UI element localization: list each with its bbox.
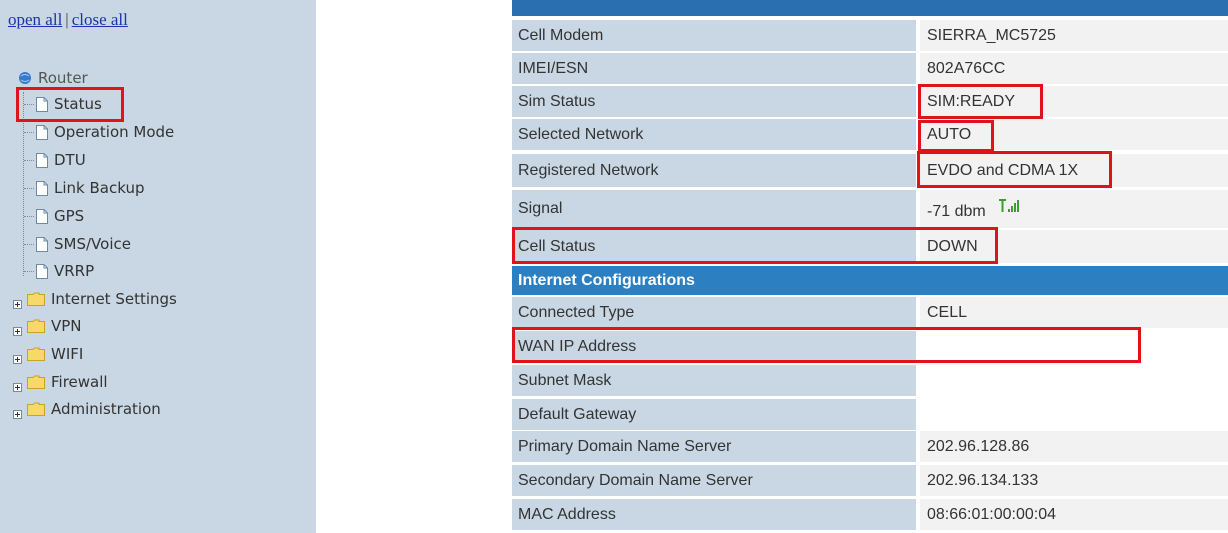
row-label: Subnet Mask [512, 365, 918, 396]
link-separator: | [65, 10, 69, 29]
page-icon [36, 124, 48, 140]
table-row: IMEI/ESN 802A76CC [512, 53, 1228, 86]
tree-item-label: Link Backup [54, 179, 145, 197]
highlight-sim-status [918, 84, 1043, 119]
table-row: Sim Status SIM:READY [512, 86, 1228, 119]
signal-value: -71 dbm [927, 203, 986, 220]
tree-folder-label: WIFI [51, 345, 84, 363]
row-label: Connected Type [512, 297, 918, 328]
highlight-status [16, 87, 124, 122]
row-value: -71 dbm [920, 190, 1228, 228]
tree-folder-administration[interactable]: Administration [13, 398, 161, 420]
row-value: 802A76CC [920, 53, 1228, 84]
row-value: 08:66:01:00:00:04 [920, 499, 1228, 530]
expand-icon[interactable] [13, 350, 22, 364]
table-row: Secondary Domain Name Server 202.96.134.… [512, 465, 1228, 498]
globe-icon [18, 71, 32, 85]
page-icon [36, 208, 48, 224]
expand-icon[interactable] [13, 405, 22, 419]
table-row: Selected Network AUTO [512, 119, 1228, 152]
folder-icon [27, 292, 45, 306]
expand-icon[interactable] [13, 295, 22, 309]
row-label: Primary Domain Name Server [512, 431, 918, 462]
row-value: 202.96.134.133 [920, 465, 1228, 496]
row-value [920, 399, 1228, 430]
tree-folder-internet-settings[interactable]: Internet Settings [13, 288, 177, 310]
table-row: Registered Network EVDO and CDMA 1X [512, 154, 1228, 189]
table-row: Primary Domain Name Server 202.96.128.86 [512, 431, 1228, 464]
tree-item-sms-voice[interactable]: SMS/Voice [36, 233, 131, 255]
folder-icon [27, 319, 45, 333]
highlight-selected-network [918, 120, 994, 152]
row-label: Registered Network [512, 154, 918, 187]
highlight-registered-network [917, 151, 1112, 188]
row-label: MAC Address [512, 499, 918, 530]
tree-item-link-backup[interactable]: Link Backup [36, 177, 144, 199]
row-label: Default Gateway [512, 399, 918, 430]
page-icon [36, 152, 48, 168]
row-value: 202.96.128.86 [920, 431, 1228, 462]
tree-folder-label: Administration [51, 400, 161, 418]
tree-root-router[interactable]: Router [18, 67, 88, 89]
tree-item-label: Operation Mode [54, 123, 175, 141]
row-label: IMEI/ESN [512, 53, 918, 84]
expand-icon[interactable] [13, 322, 22, 336]
tree-item-operation-mode[interactable]: Operation Mode [36, 121, 174, 143]
signal-strength-icon [998, 198, 1020, 218]
table-row: Connected Type CELL [512, 297, 1228, 330]
tree-item-label: SMS/Voice [54, 235, 131, 253]
close-all-link[interactable]: close all [72, 10, 128, 29]
status-table: Cell Modem SIERRA_MC5725 IMEI/ESN 802A76… [512, 0, 1228, 533]
table-row: Default Gateway [512, 399, 1228, 432]
cell-section-header [512, 0, 1228, 16]
row-label: Signal [512, 190, 918, 228]
row-label: Selected Network [512, 119, 918, 150]
table-row: Cell Modem SIERRA_MC5725 [512, 20, 1228, 53]
highlight-cell-status [512, 227, 998, 264]
tree-item-label: VRRP [54, 262, 95, 280]
tree-folder-wifi[interactable]: WIFI [13, 343, 83, 365]
internet-section-header: Internet Configurations [512, 266, 1228, 295]
sidebar: open all | close all Router Status Operati… [0, 0, 316, 533]
page-icon [36, 236, 48, 252]
tree-folder-vpn[interactable]: VPN [13, 315, 82, 337]
tree-folder-label: VPN [51, 317, 82, 335]
tree-item-dtu[interactable]: DTU [36, 149, 86, 171]
row-value: SIERRA_MC5725 [920, 20, 1228, 51]
tree-toggle-links: open all | close all [8, 10, 128, 30]
tree-item-label: GPS [54, 207, 85, 225]
row-label: Cell Modem [512, 20, 918, 51]
tree-item-gps[interactable]: GPS [36, 205, 84, 227]
table-row: Signal -71 dbm [512, 190, 1228, 230]
tree-item-vrrp[interactable]: VRRP [36, 260, 94, 282]
tree-folder-label: Internet Settings [51, 290, 177, 308]
folder-icon [27, 347, 45, 361]
page-icon [36, 263, 48, 279]
row-label: Secondary Domain Name Server [512, 465, 918, 496]
folder-icon [27, 375, 45, 389]
row-value: CELL [920, 297, 1228, 328]
tree-folder-firewall[interactable]: Firewall [13, 371, 108, 393]
open-all-link[interactable]: open all [8, 10, 62, 29]
table-row: Subnet Mask [512, 365, 1228, 398]
highlight-wan-ip [512, 327, 1141, 363]
page-icon [36, 180, 48, 196]
folder-icon [27, 402, 45, 416]
table-row: MAC Address 08:66:01:00:00:04 [512, 499, 1228, 532]
tree-item-label: DTU [54, 151, 86, 169]
row-label: Sim Status [512, 86, 918, 117]
tree-root-label: Router [38, 69, 88, 87]
tree-folder-label: Firewall [51, 373, 108, 391]
row-value [920, 365, 1228, 396]
expand-icon[interactable] [13, 378, 22, 392]
